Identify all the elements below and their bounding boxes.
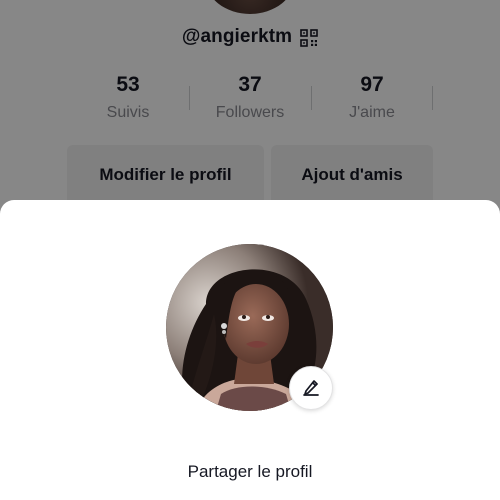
- edit-photo-button[interactable]: [289, 366, 333, 410]
- pencil-icon: [301, 376, 321, 401]
- share-profile-button[interactable]: Partager le profil: [0, 462, 500, 482]
- profile-photo-sheet: Partager le profil: [0, 200, 500, 500]
